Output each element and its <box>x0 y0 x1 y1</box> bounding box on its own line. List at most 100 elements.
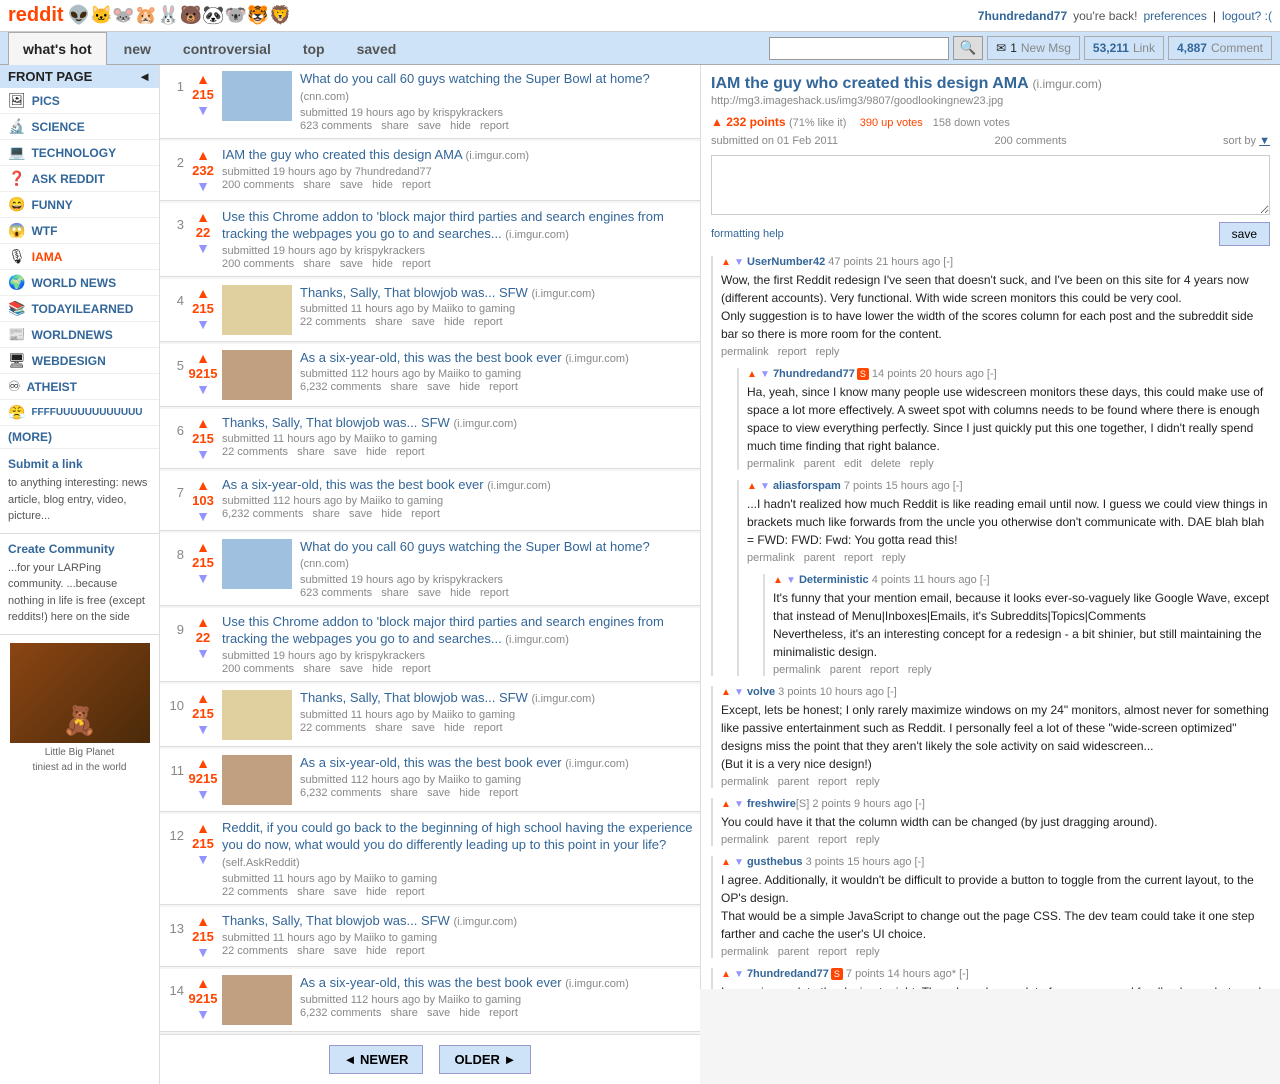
action-hide[interactable]: hide <box>381 508 402 520</box>
post-title-link[interactable]: As a six-year-old, this was the best boo… <box>222 477 551 492</box>
vote-down-btn[interactable]: ▼ <box>196 178 210 194</box>
featured-title-link[interactable]: IAM the guy who created this design AMA <box>711 75 1028 92</box>
tab-whats-hot[interactable]: what's hot <box>8 32 107 65</box>
action-share[interactable]: share <box>297 945 325 957</box>
comment-link-parent[interactable]: parent <box>804 458 835 470</box>
post-subreddit-link[interactable]: gaming <box>479 709 515 721</box>
comment-link-permalink[interactable]: permalink <box>721 346 769 358</box>
action-report[interactable]: report <box>396 446 425 458</box>
action-save[interactable]: save <box>334 446 357 458</box>
action-report[interactable]: report <box>474 316 503 328</box>
comment-btn[interactable]: 4,887 Comment <box>1168 36 1272 60</box>
post-thumbnail[interactable] <box>222 285 292 335</box>
action-hide[interactable]: hide <box>444 316 465 328</box>
comment-link-edit[interactable]: edit <box>844 458 862 470</box>
comments-link[interactable]: 623 comments <box>300 120 372 132</box>
post-subreddit-link[interactable]: gaming <box>401 932 437 944</box>
vote-up-btn[interactable]: ▲ <box>196 539 210 555</box>
vote-up-btn[interactable]: ▲ <box>196 820 210 836</box>
comment-link-report[interactable]: report <box>778 346 807 358</box>
comment-collapse[interactable]: [-] <box>980 574 990 586</box>
action-hide[interactable]: hide <box>366 446 387 458</box>
vote-down-icon[interactable]: ▼ <box>734 969 744 980</box>
post-author-link[interactable]: Maiiko <box>354 932 386 944</box>
action-share[interactable]: share <box>303 179 331 191</box>
vote-down-icon[interactable]: ▼ <box>734 687 744 698</box>
tab-new[interactable]: new <box>109 32 166 65</box>
action-save[interactable]: save <box>340 258 363 270</box>
comments-link[interactable]: 200 comments <box>222 663 294 675</box>
vote-up-icon[interactable]: ▲ <box>721 857 731 868</box>
sidebar-item-iama[interactable]: 🎙 IAMA <box>0 244 159 270</box>
vote-down-btn[interactable]: ▼ <box>196 851 210 867</box>
action-hide[interactable]: hide <box>450 120 471 132</box>
comment-link-report[interactable]: report <box>818 834 847 846</box>
sidebar-item-todayilearned[interactable]: 📚 TODAYILEARNED <box>0 296 159 322</box>
comment-username[interactable]: 7hundredand77 <box>747 968 829 980</box>
comment-link-parent[interactable]: parent <box>804 552 835 564</box>
post-author-link[interactable]: Maiiko <box>354 873 386 885</box>
tab-top[interactable]: top <box>288 32 340 65</box>
post-thumbnail[interactable] <box>222 350 292 400</box>
vote-up-btn[interactable]: ▲ <box>196 415 210 431</box>
vote-down-btn[interactable]: ▼ <box>196 381 210 397</box>
post-title-link[interactable]: IAM the guy who created this design AMA … <box>222 147 529 162</box>
older-button[interactable]: OLDER ► <box>439 1045 531 1074</box>
vote-down-btn[interactable]: ▼ <box>196 721 210 737</box>
comment-username[interactable]: UserNumber42 <box>747 256 825 268</box>
comment-link-reply[interactable]: reply <box>882 552 906 564</box>
vote-down-icon[interactable]: ▼ <box>786 575 796 586</box>
comment-input[interactable] <box>711 155 1270 215</box>
vote-up-btn[interactable]: ▲ <box>196 755 210 771</box>
comment-link-report[interactable]: report <box>844 552 873 564</box>
action-report[interactable]: report <box>396 886 425 898</box>
ad-image[interactable]: 🧸 <box>10 643 150 743</box>
action-save[interactable]: save <box>340 663 363 675</box>
action-share[interactable]: share <box>375 722 403 734</box>
vote-down-btn[interactable]: ▼ <box>196 446 210 462</box>
comment-link-reply[interactable]: reply <box>816 346 840 358</box>
action-save[interactable]: save <box>418 587 441 599</box>
action-report[interactable]: report <box>480 587 509 599</box>
comment-link-permalink[interactable]: permalink <box>721 776 769 788</box>
comment-collapse[interactable]: [-] <box>987 368 997 380</box>
comment-link-parent[interactable]: parent <box>830 664 861 676</box>
action-share[interactable]: share <box>303 663 331 675</box>
vote-down-icon[interactable]: ▼ <box>734 799 744 810</box>
action-report[interactable]: report <box>411 508 440 520</box>
post-thumbnail[interactable] <box>222 755 292 805</box>
action-hide[interactable]: hide <box>450 587 471 599</box>
tab-controversial[interactable]: controversial <box>168 32 286 65</box>
vote-down-btn[interactable]: ▼ <box>196 645 210 661</box>
save-button[interactable]: save <box>1219 222 1270 246</box>
action-report[interactable]: report <box>489 381 518 393</box>
comment-collapse[interactable]: [-] <box>915 856 925 868</box>
vote-up-icon[interactable]: ▲ <box>747 481 757 492</box>
action-save[interactable]: save <box>412 316 435 328</box>
action-hide[interactable]: hide <box>459 381 480 393</box>
comment-link-reply[interactable]: reply <box>856 776 880 788</box>
post-title-link[interactable]: Thanks, Sally, That blowjob was... SFW (… <box>300 285 595 300</box>
comment-collapse[interactable]: [-] <box>915 798 925 810</box>
comments-link[interactable]: 6,232 comments <box>300 381 381 393</box>
comment-link-reply[interactable]: reply <box>856 946 880 958</box>
action-report[interactable]: report <box>396 945 425 957</box>
action-hide[interactable]: hide <box>372 663 393 675</box>
action-share[interactable]: share <box>297 446 325 458</box>
post-subreddit-link[interactable]: gaming <box>401 873 437 885</box>
post-title-link[interactable]: As a six-year-old, this was the best boo… <box>300 350 629 365</box>
formatting-help-link[interactable]: formatting help <box>711 228 784 240</box>
post-thumbnail[interactable] <box>222 975 292 1025</box>
comment-link-permalink[interactable]: permalink <box>747 552 795 564</box>
comment-link-parent[interactable]: parent <box>778 776 809 788</box>
post-title-link[interactable]: Thanks, Sally, That blowjob was... SFW (… <box>300 690 595 705</box>
action-save[interactable]: save <box>427 1007 450 1019</box>
post-author-link[interactable]: Maiiko <box>360 495 392 507</box>
action-hide[interactable]: hide <box>459 1007 480 1019</box>
vote-down-btn[interactable]: ▼ <box>196 508 210 524</box>
comments-link[interactable]: 200 comments <box>222 179 294 191</box>
sidebar-collapse-icon[interactable]: ◄ <box>138 69 151 84</box>
post-author-link[interactable]: krispykrackers <box>433 107 503 119</box>
username[interactable]: 7hundredand77 <box>978 9 1067 23</box>
comment-link-parent[interactable]: parent <box>778 946 809 958</box>
